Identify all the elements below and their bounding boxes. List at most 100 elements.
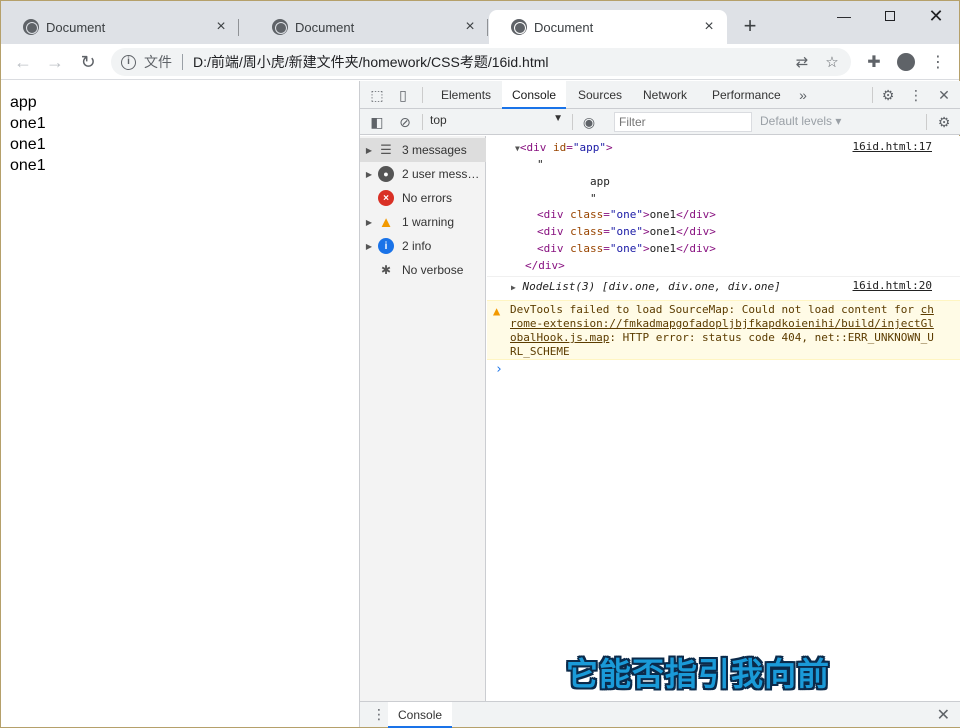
tab-title: Document [295, 19, 355, 35]
browser-tab-3[interactable]: Document × [489, 10, 727, 44]
more-tabs-icon[interactable]: » [794, 86, 812, 104]
devtools-tab-bar: ⬚ ▯ Elements Console Sources Network Per… [360, 81, 960, 109]
sidebar-item-warnings[interactable]: ▶ ▲ 1 warning [360, 210, 486, 234]
sidebar-item-errors[interactable]: × No errors [360, 186, 486, 210]
sidebar-item-verbose[interactable]: ✱ No verbose [360, 258, 486, 282]
close-icon[interactable]: × [462, 19, 478, 35]
tab-performance[interactable]: Performance [702, 81, 791, 109]
close-icon[interactable]: × [213, 19, 229, 35]
expand-arrow-icon: ▶ [365, 241, 373, 251]
expand-arrow-icon: ▶ [365, 169, 373, 179]
child-element[interactable]: <div class="one">one1</div> [537, 206, 716, 223]
reload-button[interactable]: ↻ [75, 49, 101, 75]
sidebar-item-label: 2 info [402, 239, 432, 253]
minimize-button[interactable]: — [821, 1, 867, 31]
menu-icon[interactable]: ⋮ [926, 50, 950, 74]
context-value: top [430, 113, 447, 127]
globe-icon [272, 19, 288, 35]
drawer-tab-console[interactable]: Console [388, 702, 453, 728]
bug-icon: ✱ [380, 263, 392, 277]
console-nodelist[interactable]: ▶ NodeList(3) [div.one, div.one, div.one… [511, 278, 781, 296]
browser-window: Document × Document × Document × + — ✕ ←… [0, 0, 960, 728]
console-prompt-chevron-icon[interactable]: › [495, 362, 503, 377]
sidebar-item-label: 3 messages [402, 143, 467, 157]
console-element-tree[interactable]: ▼<div id="app"> [515, 139, 613, 157]
page-text-app: app [10, 94, 37, 111]
console-source-link[interactable]: 16id.html:20 [853, 279, 932, 292]
close-icon[interactable]: × [701, 19, 717, 35]
sidebar-toggle-icon[interactable]: ◧ [368, 113, 386, 131]
console-output: ▼<div id="app"> 16id.html:17 " app " <di… [487, 136, 960, 701]
sidebar-item-label: No errors [402, 191, 453, 205]
tab-elements[interactable]: Elements [431, 81, 501, 109]
forward-button[interactable]: → [42, 49, 68, 75]
browser-tab-1[interactable]: Document × [1, 10, 239, 44]
list-icon: ☰ [380, 142, 392, 157]
expand-arrow-icon[interactable]: ▶ [511, 283, 516, 292]
console-sidebar: ▶ ☰ 3 messages ▶ ● 2 user mess… × No err… [360, 136, 486, 701]
video-caption: 它能否指引我向前 [566, 655, 831, 693]
text-node-app: app [590, 175, 610, 188]
clear-console-icon[interactable]: ⊘ [396, 113, 414, 131]
device-toolbar-icon[interactable]: ▯ [394, 86, 412, 104]
browser-toolbar: ← → ↻ i 文件 D:/前端/周小虎/新建文件夹/homework/CSS考… [1, 44, 959, 80]
inspect-element-icon[interactable]: ⬚ [368, 86, 386, 104]
close-devtools-icon[interactable]: ✕ [935, 86, 953, 104]
expand-arrow-icon: ▶ [365, 217, 373, 227]
warning-icon: ▲ [493, 304, 501, 318]
expand-arrow-icon: ▶ [365, 145, 373, 155]
address-bar[interactable]: i 文件 D:/前端/周小虎/新建文件夹/homework/CSS考题/16id… [111, 48, 851, 76]
extensions-icon[interactable]: ✚ [862, 50, 886, 74]
console-settings-icon[interactable]: ⚙ [935, 113, 953, 131]
page-text-one: one1 [10, 115, 46, 132]
sidebar-item-messages[interactable]: ▶ ☰ 3 messages [360, 138, 486, 162]
info-icon[interactable]: i [121, 54, 136, 70]
user-icon: ● [378, 166, 394, 182]
text-node-quote: " [537, 158, 544, 171]
close-window-button[interactable]: ✕ [913, 1, 959, 31]
translate-icon[interactable]: ⇄ [791, 51, 813, 73]
devtools-panel: ⬚ ▯ Elements Console Sources Network Per… [359, 81, 960, 728]
tab-network[interactable]: Network [633, 81, 697, 109]
closing-tag: </div> [525, 259, 565, 272]
console-source-link[interactable]: 16id.html:17 [853, 140, 932, 153]
globe-icon [23, 19, 39, 35]
tab-strip: Document × Document × Document × + — ✕ [1, 1, 959, 44]
warning-icon: ▲ [378, 213, 394, 231]
url-text[interactable]: D:/前端/周小虎/新建文件夹/homework/CSS考题/16id.html [193, 52, 791, 72]
close-drawer-icon[interactable]: ✕ [937, 705, 950, 725]
child-element[interactable]: <div class="one">one1</div> [537, 240, 716, 257]
new-tab-button[interactable]: + [739, 15, 761, 37]
live-expression-eye-icon[interactable]: ◉ [580, 113, 598, 131]
divider [182, 54, 183, 70]
tab-title: Document [46, 19, 106, 35]
sidebar-item-label: 2 user mess… [402, 167, 480, 181]
devtools-drawer: ⋮ Console ✕ [360, 701, 960, 728]
page-text-one: one1 [10, 157, 46, 174]
drawer-menu-icon[interactable]: ⋮ [372, 706, 386, 723]
sidebar-item-label: 1 warning [402, 215, 455, 229]
child-element[interactable]: <div class="one">one1</div> [537, 223, 716, 240]
back-button[interactable]: ← [10, 49, 36, 75]
console-filter-bar: ◧ ⊘ top ▼ ◉ Default levels ▾ ⚙ [360, 109, 960, 135]
text-node-quote: " [590, 192, 597, 205]
tab-console[interactable]: Console [502, 81, 567, 109]
maximize-button[interactable] [867, 1, 913, 31]
sidebar-item-label: No verbose [402, 263, 464, 277]
maximize-icon [885, 11, 895, 21]
dropdown-arrow-icon: ▼ [553, 113, 563, 124]
log-levels-dropdown[interactable]: Default levels ▾ [760, 114, 841, 128]
bookmark-star-icon[interactable]: ☆ [821, 51, 843, 73]
settings-gear-icon[interactable]: ⚙ [879, 86, 897, 104]
sidebar-item-info[interactable]: ▶ i 2 info [360, 234, 486, 258]
context-selector[interactable]: top ▼ [430, 113, 565, 131]
tab-title: Document [534, 19, 594, 35]
browser-tab-2[interactable]: Document × [250, 10, 488, 44]
globe-icon [511, 19, 527, 35]
profile-icon[interactable] [894, 50, 918, 74]
tab-sources[interactable]: Sources [568, 81, 632, 109]
console-filter-input[interactable] [614, 112, 752, 132]
customize-menu-icon[interactable]: ⋮ [907, 86, 925, 104]
sidebar-item-user-messages[interactable]: ▶ ● 2 user mess… [360, 162, 486, 186]
info-icon: i [378, 238, 394, 254]
